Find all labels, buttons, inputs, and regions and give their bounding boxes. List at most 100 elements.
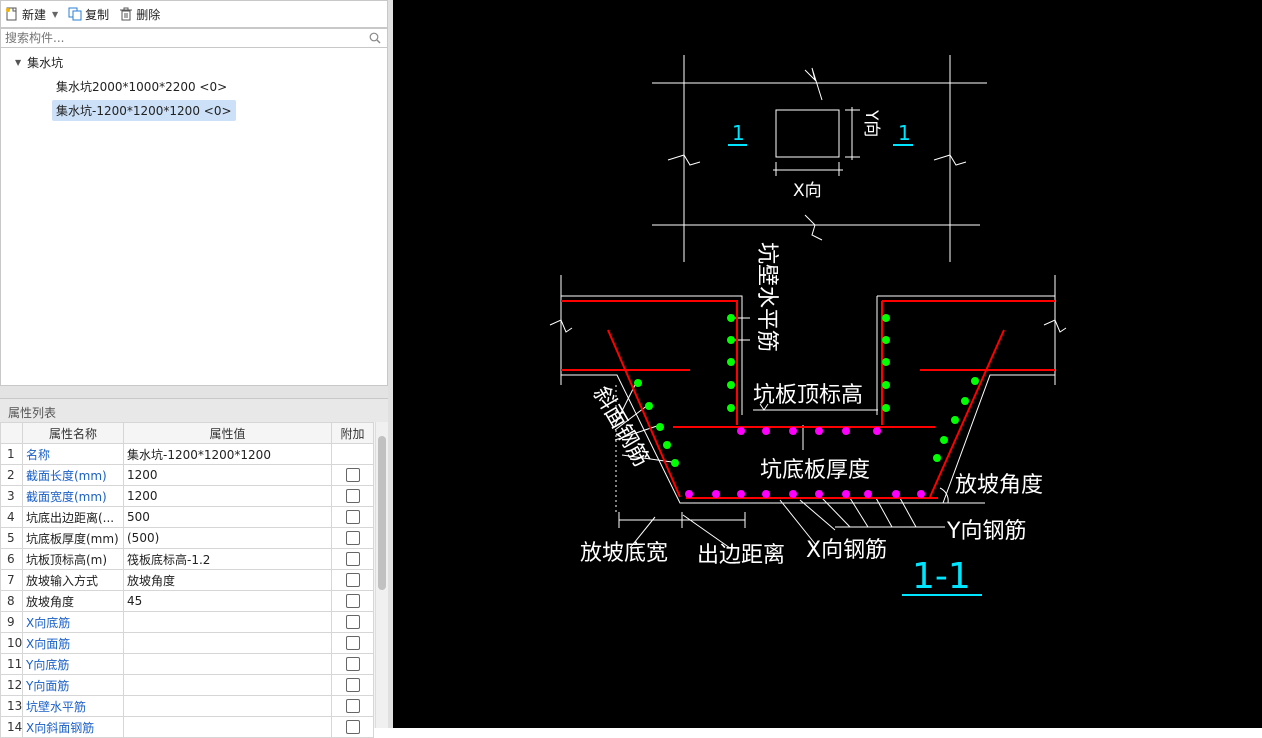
- slab-rebar-dot: [789, 427, 797, 435]
- tree-item-selected[interactable]: 集水坑-1200*1200*1200 <0>: [52, 100, 236, 121]
- slope-width-label: 放坡底宽: [580, 541, 668, 566]
- new-dropdown-icon[interactable]: ▼: [52, 10, 58, 19]
- property-value-cell[interactable]: (500): [123, 527, 332, 549]
- extra-cell: [331, 590, 374, 612]
- plan-x-label: X向: [793, 181, 822, 201]
- property-value-cell[interactable]: 放坡角度: [123, 569, 332, 591]
- property-name-cell[interactable]: X向面筋: [22, 632, 124, 654]
- panel-separator[interactable]: [0, 386, 388, 398]
- slope-angle-label: 放坡角度: [955, 473, 1043, 498]
- table-header-row: 属性名称 属性值 附加: [0, 422, 374, 444]
- property-name-cell[interactable]: 坑底板厚度(mm): [22, 527, 124, 549]
- table-row[interactable]: 13 坑壁水平筋: [0, 695, 374, 717]
- wall-rebar-dot: [882, 336, 890, 344]
- property-name-cell[interactable]: Y向面筋: [22, 674, 124, 696]
- extra-checkbox[interactable]: [345, 720, 360, 734]
- property-value-cell[interactable]: 45: [123, 590, 332, 612]
- delete-button[interactable]: 删除: [119, 6, 160, 23]
- property-value-cell[interactable]: [123, 653, 332, 675]
- y-rebar-label: Y向钢筋: [946, 519, 1026, 544]
- header-index: [0, 422, 23, 444]
- trash-icon: [119, 7, 133, 21]
- slope-rebar-dot: [940, 436, 948, 444]
- slab-rebar-dot: [842, 427, 850, 435]
- property-value-cell[interactable]: [123, 632, 332, 654]
- table-row[interactable]: 11 Y向底筋: [0, 653, 374, 675]
- property-value-cell[interactable]: 筏板底标高-1.2: [123, 548, 332, 570]
- property-value-cell[interactable]: 500: [123, 506, 332, 528]
- search-box: [0, 28, 388, 48]
- table-row[interactable]: 3 截面宽度(mm) 1200: [0, 485, 374, 507]
- header-value[interactable]: 属性值: [123, 422, 332, 444]
- property-name-cell[interactable]: Y向底筋: [22, 653, 124, 675]
- table-row[interactable]: 5 坑底板厚度(mm) (500): [0, 527, 374, 549]
- properties-scrollbar[interactable]: [375, 422, 389, 728]
- table-row[interactable]: 9 X向底筋: [0, 611, 374, 633]
- left-panel: 新建 ▼ 复制 删除 ▼ 集水坑 集水坑2000*1000*2200 <0> 集…: [0, 0, 390, 738]
- extra-cell: [331, 548, 374, 570]
- extra-checkbox[interactable]: [345, 636, 360, 650]
- extra-checkbox[interactable]: [345, 468, 360, 482]
- table-row[interactable]: 10 X向面筋: [0, 632, 374, 654]
- extra-checkbox[interactable]: [345, 573, 360, 587]
- property-value-cell[interactable]: [123, 611, 332, 633]
- wall-rebar-dot: [882, 404, 890, 412]
- scrollbar-thumb[interactable]: [378, 436, 386, 590]
- extra-cell: [331, 527, 374, 549]
- property-value-cell[interactable]: [123, 674, 332, 696]
- slab-rebar-dot: [892, 490, 900, 498]
- table-row[interactable]: 6 坑板顶标高(m) 筏板底标高-1.2: [0, 548, 374, 570]
- header-extra[interactable]: 附加: [331, 422, 374, 444]
- property-name-cell[interactable]: 坑底出边距离(...: [22, 506, 124, 528]
- property-value-cell[interactable]: [123, 695, 332, 717]
- property-name-cell[interactable]: 截面宽度(mm): [22, 485, 124, 507]
- collapse-arrow-icon[interactable]: ▼: [15, 58, 21, 67]
- tree-root-node[interactable]: ▼ 集水坑: [15, 54, 63, 71]
- property-name-cell[interactable]: 截面长度(mm): [22, 464, 124, 486]
- property-name-cell[interactable]: 坑壁水平筋: [22, 695, 124, 717]
- property-value-cell[interactable]: 集水坑-1200*1200*1200: [123, 443, 332, 465]
- extra-cell: [331, 443, 374, 465]
- new-button[interactable]: 新建 ▼: [5, 6, 58, 23]
- table-row[interactable]: 8 放坡角度 45: [0, 590, 374, 612]
- table-row[interactable]: 12 Y向面筋: [0, 674, 374, 696]
- property-name-cell[interactable]: 坑板顶标高(m): [22, 548, 124, 570]
- extra-checkbox[interactable]: [345, 615, 360, 629]
- extra-checkbox[interactable]: [345, 678, 360, 692]
- search-icon[interactable]: [369, 32, 381, 44]
- property-value-cell[interactable]: 1200: [123, 464, 332, 486]
- property-name-cell[interactable]: X向底筋: [22, 611, 124, 633]
- property-name-cell[interactable]: 放坡输入方式: [22, 569, 124, 591]
- table-row[interactable]: 7 放坡输入方式 放坡角度: [0, 569, 374, 591]
- property-value-cell[interactable]: 1200: [123, 485, 332, 507]
- table-row[interactable]: 4 坑底出边距离(... 500: [0, 506, 374, 528]
- extra-checkbox[interactable]: [345, 594, 360, 608]
- extra-checkbox[interactable]: [345, 531, 360, 545]
- table-row[interactable]: 14 X向斜面钢筋: [0, 716, 374, 738]
- extra-checkbox[interactable]: [345, 510, 360, 524]
- slab-rebar-dot: [864, 490, 872, 498]
- table-row[interactable]: 1 名称 集水坑-1200*1200*1200: [0, 443, 374, 465]
- copy-button[interactable]: 复制: [68, 6, 109, 23]
- property-name-cell[interactable]: X向斜面钢筋: [22, 716, 124, 738]
- extra-cell: [331, 464, 374, 486]
- extra-checkbox[interactable]: [345, 552, 360, 566]
- search-input[interactable]: [1, 29, 369, 47]
- property-name-cell[interactable]: 放坡角度: [22, 590, 124, 612]
- cad-drawing-viewport[interactable]: 1 1 X向 Y向 坑壁水平筋 坑板顶标高 斜面钢筋 坑底板厚度 放坡角度 Y向…: [393, 0, 1262, 728]
- extra-checkbox[interactable]: [345, 489, 360, 503]
- row-index: 2: [0, 464, 23, 486]
- extra-cell: [331, 716, 374, 738]
- extra-checkbox[interactable]: [345, 699, 360, 713]
- tree-item[interactable]: 集水坑2000*1000*2200 <0>: [52, 76, 231, 97]
- extra-checkbox[interactable]: [345, 657, 360, 671]
- property-value-cell[interactable]: [123, 716, 332, 738]
- property-name-cell[interactable]: 名称: [22, 443, 124, 465]
- table-row[interactable]: 2 截面长度(mm) 1200: [0, 464, 374, 486]
- slab-rebar-dot: [712, 490, 720, 498]
- new-label: 新建: [22, 7, 47, 22]
- wall-rebar-dot: [727, 358, 735, 366]
- slope-rebar-dot: [671, 459, 679, 467]
- header-name[interactable]: 属性名称: [22, 422, 124, 444]
- extra-cell: [331, 653, 374, 675]
